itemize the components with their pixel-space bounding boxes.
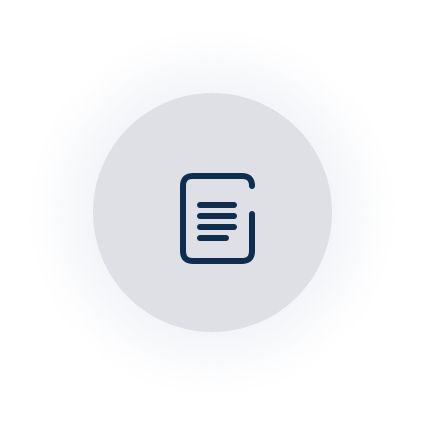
document-lines-icon: [179, 172, 255, 264]
stage: [0, 0, 425, 425]
document-button[interactable]: [93, 93, 332, 332]
